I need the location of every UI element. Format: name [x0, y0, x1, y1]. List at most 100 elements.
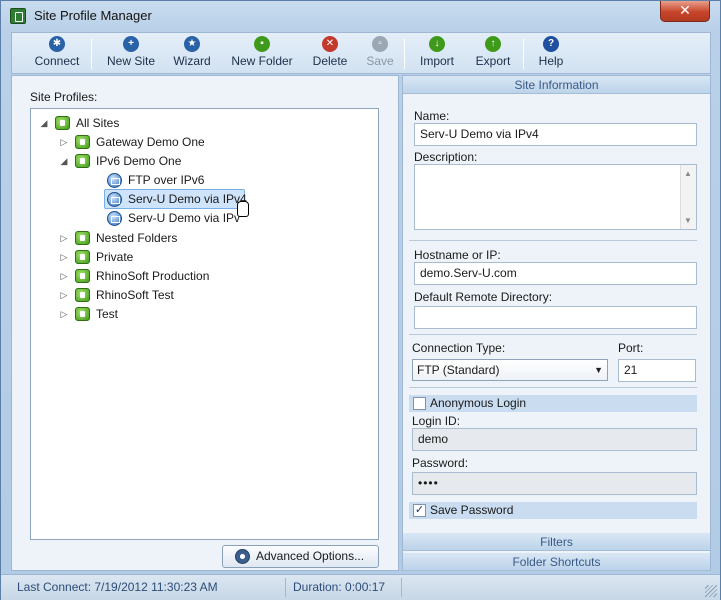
filters-header[interactable]: Filters — [403, 533, 710, 551]
wizard-button[interactable]: ★ Wizard — [166, 35, 218, 73]
site-profiles-tree[interactable]: ◢ All Sites ▷ Gateway Demo One ◢ IPv6 De… — [30, 108, 379, 540]
anonymous-login-checkbox[interactable] — [413, 397, 426, 410]
connect-button[interactable]: ✱ Connect — [26, 35, 88, 73]
expand-arrow-icon[interactable]: ▷ — [59, 248, 69, 267]
expand-arrow-icon[interactable]: ▷ — [59, 229, 69, 248]
anonymous-login-label: Anonymous Login — [430, 396, 527, 410]
folder-icon — [55, 116, 70, 130]
tree-item-label: Serv-U Demo via IPv — [128, 211, 241, 225]
tree-item-rhinosoft-test[interactable]: ▷ RhinoSoft Test — [59, 286, 259, 305]
new-site-button[interactable]: + New Site — [100, 35, 162, 73]
save-label: Save — [366, 54, 394, 68]
folder-icon — [75, 288, 90, 302]
save-password-label: Save Password — [430, 503, 514, 517]
remote-directory-field[interactable] — [414, 306, 697, 329]
save-button[interactable]: ▫ Save — [360, 35, 400, 73]
wizard-label: Wizard — [173, 54, 211, 68]
close-icon: ✕ — [679, 2, 691, 18]
divider — [409, 387, 697, 388]
export-button[interactable]: ↑ Export — [468, 35, 518, 73]
collapse-arrow-icon[interactable]: ◢ — [59, 152, 69, 171]
import-button[interactable]: ↓ Import — [412, 35, 462, 73]
advanced-options-button[interactable]: Advanced Options... — [222, 545, 379, 568]
tree-item-serv-u-demo-ipv4[interactable]: Serv-U Demo via IPv4 — [107, 190, 257, 209]
help-button[interactable]: ? Help — [532, 35, 570, 73]
tree-item-label: Private — [96, 250, 134, 264]
hostname-label: Hostname or IP: — [414, 248, 501, 262]
tree-item-label: RhinoSoft Test — [96, 288, 174, 302]
site-profiles-panel: Site Profiles: ◢ All Sites ▷ Gateway Dem… — [11, 75, 399, 571]
expand-arrow-icon[interactable]: ▷ — [59, 305, 69, 324]
expand-arrow-icon[interactable]: ▷ — [59, 133, 69, 152]
anonymous-login-row[interactable]: Anonymous Login — [409, 395, 697, 412]
tree-item-all-sites[interactable]: ◢ All Sites — [39, 114, 239, 133]
title-bar: Site Profile Manager ✕ — [1, 1, 720, 31]
expand-arrow-icon[interactable]: ▷ — [59, 286, 69, 305]
save-icon: ▫ — [372, 36, 388, 52]
remote-directory-label: Default Remote Directory: — [414, 290, 553, 304]
app-icon — [10, 8, 26, 24]
description-scrollbar[interactable]: ▲ ▼ — [680, 165, 696, 229]
close-button[interactable]: ✕ — [660, 1, 710, 22]
collapse-arrow-icon[interactable]: ◢ — [39, 114, 49, 133]
delete-button[interactable]: ✕ Delete — [304, 35, 356, 73]
last-connect-status: Last Connect: 7/19/2012 11:30:23 AM — [17, 580, 218, 594]
new-folder-icon: ▪ — [254, 36, 270, 52]
tree-item-label: Serv-U Demo via IPv4 — [128, 192, 247, 206]
tree-item-private[interactable]: ▷ Private — [59, 248, 259, 267]
site-icon — [107, 192, 122, 207]
import-label: Import — [419, 54, 454, 68]
site-information-panel: Site Information Name: Serv-U Demo via I… — [402, 75, 711, 571]
connection-type-value: FTP (Standard) — [417, 363, 500, 377]
tree-item-label: RhinoSoft Production — [96, 269, 210, 283]
toolbar-separator — [91, 39, 92, 69]
port-label: Port: — [618, 341, 644, 355]
tree-item-serv-u-demo-ipv6[interactable]: Serv-U Demo via IPv — [107, 209, 257, 228]
connect-label: Connect — [34, 54, 80, 68]
tree-item-nested-folders[interactable]: ▷ Nested Folders — [59, 229, 259, 248]
tree-item-ipv6-demo-one[interactable]: ◢ IPv6 Demo One — [59, 152, 259, 171]
site-profiles-label: Site Profiles: — [30, 90, 98, 104]
site-icon — [107, 173, 122, 188]
hostname-field[interactable]: demo.Serv-U.com — [414, 262, 697, 285]
status-divider — [285, 578, 286, 597]
description-field[interactable]: ▲ ▼ — [414, 164, 697, 230]
tree-item-label: Test — [96, 307, 119, 321]
delete-icon: ✕ — [322, 36, 338, 52]
expand-arrow-icon[interactable]: ▷ — [59, 267, 69, 286]
save-password-checkbox[interactable]: ✓ — [413, 504, 426, 517]
tree-item-rhinosoft-production[interactable]: ▷ RhinoSoft Production — [59, 267, 279, 286]
scroll-down-icon[interactable]: ▼ — [684, 216, 692, 225]
connection-type-select[interactable]: FTP (Standard) ▼ — [412, 359, 608, 381]
export-icon: ↑ — [485, 36, 501, 52]
site-information-header[interactable]: Site Information — [403, 76, 710, 94]
wizard-icon: ★ — [184, 36, 200, 52]
new-folder-button[interactable]: ▪ New Folder — [226, 35, 298, 73]
folder-shortcuts-header[interactable]: Folder Shortcuts — [403, 553, 710, 571]
connect-icon: ✱ — [49, 36, 65, 52]
scroll-up-icon[interactable]: ▲ — [684, 169, 692, 178]
export-label: Export — [475, 54, 511, 68]
help-icon: ? — [543, 36, 559, 52]
tree-item-ftp-over-ipv6[interactable]: FTP over IPv6 — [107, 171, 257, 190]
folder-icon — [75, 154, 90, 168]
name-field[interactable]: Serv-U Demo via IPv4 — [414, 123, 697, 146]
connection-type-label: Connection Type: — [412, 341, 506, 355]
password-field[interactable]: •••• — [412, 472, 697, 495]
folder-icon — [75, 231, 90, 245]
port-field[interactable]: 21 — [618, 359, 696, 382]
status-bar: Last Connect: 7/19/2012 11:30:23 AM Dura… — [1, 574, 720, 600]
tree-item-label: Nested Folders — [96, 231, 178, 245]
tree-item-test[interactable]: ▷ Test — [59, 305, 259, 324]
status-divider — [401, 578, 402, 597]
tree-item-gateway-demo-one[interactable]: ▷ Gateway Demo One — [59, 133, 259, 152]
window-title: Site Profile Manager — [34, 8, 152, 23]
login-id-field[interactable]: demo — [412, 428, 697, 451]
new-site-icon: + — [123, 36, 139, 52]
hand-cursor-icon — [237, 201, 249, 217]
resize-grip-icon[interactable] — [705, 585, 717, 597]
toolbar-separator — [404, 39, 405, 69]
gear-icon — [235, 549, 250, 564]
save-password-row[interactable]: ✓ Save Password — [409, 502, 697, 519]
divider — [409, 334, 697, 335]
